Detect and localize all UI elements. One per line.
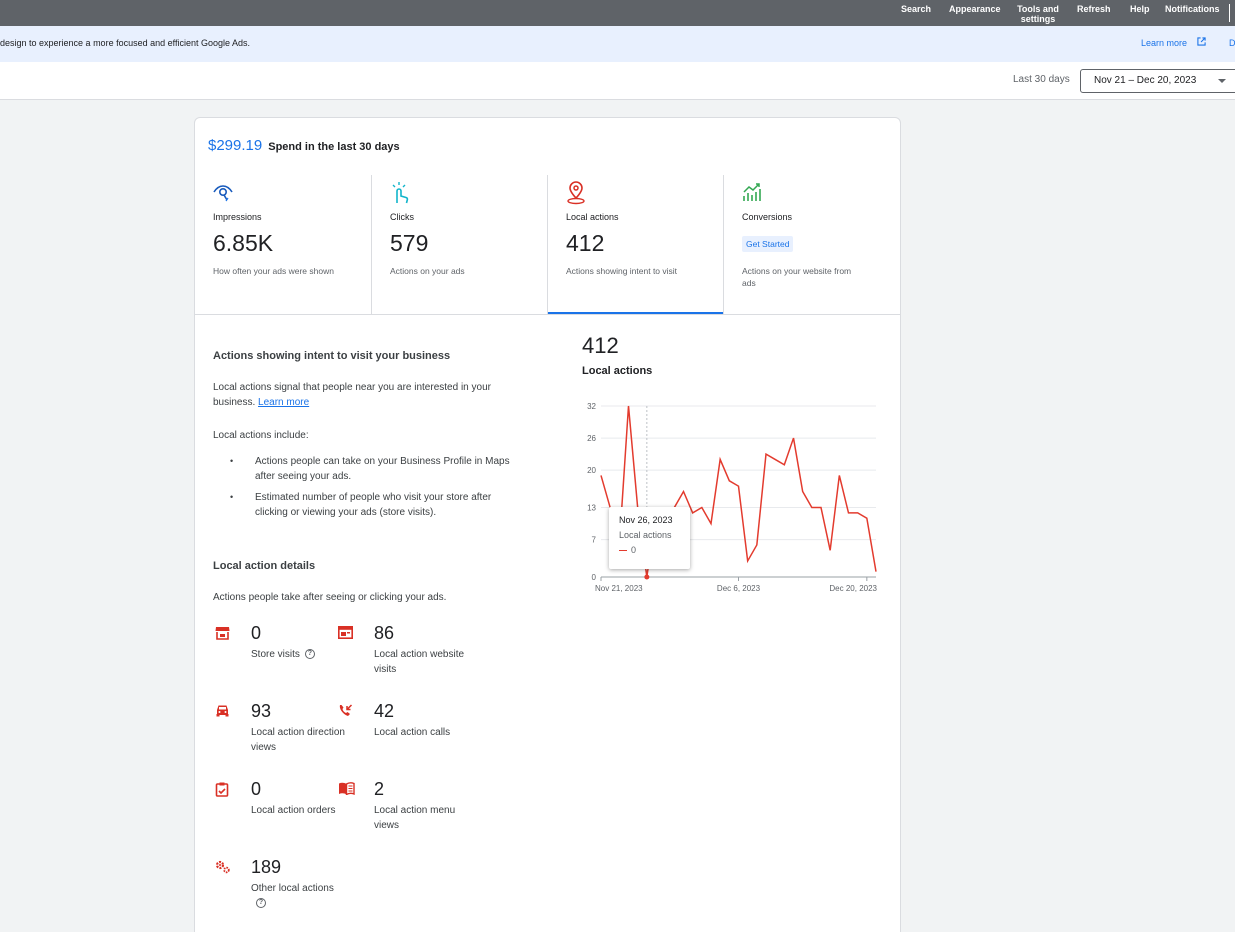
tooltip-series-swatch: [619, 550, 627, 551]
chart-tooltip: Nov 26, 2023 Local actions 0: [609, 507, 690, 569]
top-bar: Search Appearance Tools and settings Ref…: [0, 0, 1235, 26]
detail-label: Other local actions?: [251, 881, 346, 911]
detail-value: 0: [251, 779, 262, 799]
tile-clicks-desc: Actions on your ads: [390, 266, 465, 276]
banner-dismiss-link[interactable]: D: [1229, 38, 1235, 48]
info-heading: Actions showing intent to visit your bus…: [213, 350, 451, 362]
detail-value: 0: [251, 623, 262, 643]
nav-tools-settings[interactable]: Tools and settings: [1017, 4, 1059, 24]
tile-local-actions-name: Local actions: [566, 212, 619, 222]
y-tick-label: 0: [592, 573, 597, 582]
detail-value: 189: [251, 857, 282, 877]
tile-clicks[interactable]: Clicks 579 Actions on your ads: [372, 175, 547, 314]
gears-icon: [215, 860, 231, 874]
date-bar: Last 30 days Nov 21 – Dec 20, 2023: [0, 62, 1235, 100]
car-icon: [215, 704, 231, 718]
info-learn-more-link[interactable]: Learn more: [258, 397, 309, 408]
banner-learn-more-link[interactable]: Learn more: [1141, 38, 1187, 48]
details-heading: Local action details: [213, 560, 316, 572]
bullet-item: Actions people can take on your Business…: [230, 454, 525, 484]
spend-summary: $299.19 Spend in the last 30 days: [208, 137, 400, 154]
detail-value: 93: [251, 701, 272, 721]
details-description: Actions people take after seeing or clic…: [213, 592, 447, 603]
y-tick-label: 26: [587, 434, 596, 443]
tile-local-actions-desc: Actions showing intent to visit: [566, 266, 678, 276]
detail-value: 86: [374, 623, 395, 643]
chart-total: 412: [582, 333, 619, 358]
phone-callback-icon: [338, 704, 354, 718]
top-divider: [1229, 4, 1230, 22]
x-tick-label: Dec 6, 2023: [717, 584, 761, 593]
bullet-item: Estimated number of people who visit you…: [230, 490, 525, 520]
detail-value: 2: [374, 779, 385, 799]
nav-refresh[interactable]: Refresh: [1077, 4, 1111, 14]
tile-impressions-name: Impressions: [213, 212, 262, 222]
date-range-value: Nov 21 – Dec 20, 2023: [1094, 75, 1197, 86]
banner-message: design to experience a more focused and …: [0, 38, 250, 48]
nav-notifications[interactable]: Notifications: [1165, 4, 1220, 14]
local-actions-card: $299.19 Spend in the last 30 days Impres…: [194, 117, 901, 932]
detail-label: Local action website visits: [374, 649, 465, 675]
y-tick-label: 20: [587, 466, 596, 475]
nav-search[interactable]: Search: [901, 4, 931, 14]
tile-local-actions[interactable]: Local actions 412 Actions showing intent…: [548, 175, 723, 314]
external-link-icon: [1197, 37, 1206, 48]
detail-label: Local action calls: [374, 727, 451, 738]
y-tick-label: 32: [587, 402, 596, 411]
hover-point: [644, 574, 650, 580]
map-pin-icon: [565, 181, 587, 205]
tooltip-value: 0: [631, 545, 637, 555]
detail-label-text: Store visits: [251, 649, 300, 660]
metric-tiles: Impressions 6.85K How often your ads wer…: [195, 175, 900, 315]
store-icon: [215, 626, 231, 640]
tooltip-series: Local actions: [619, 530, 672, 540]
includes-label: Local actions include:: [213, 430, 309, 441]
tile-conversions[interactable]: Conversions Get Started Actions on your …: [724, 175, 900, 314]
x-tick-label: Nov 21, 2023: [595, 584, 643, 593]
dropdown-caret-icon: [1218, 79, 1226, 83]
tile-impressions-desc: How often your ads were shown: [213, 266, 334, 276]
trending-up-icon: [741, 181, 763, 205]
tile-conversions-desc: Actions on your website from ads: [742, 266, 852, 288]
detail-label: Local action orders: [251, 805, 336, 816]
tooltip-date: Nov 26, 2023: [619, 515, 673, 525]
tile-impressions[interactable]: Impressions 6.85K How often your ads wer…: [195, 175, 371, 314]
nav-help[interactable]: Help: [1130, 4, 1150, 14]
y-tick-label: 13: [587, 504, 596, 513]
spend-amount: $299.19: [208, 137, 263, 154]
pointer-icon: [389, 181, 411, 205]
detail-label: Store visits?: [251, 647, 346, 662]
tile-clicks-name: Clicks: [390, 212, 414, 222]
info-banner: design to experience a more focused and …: [0, 26, 1235, 62]
menu-book-icon: [338, 782, 355, 796]
x-tick-label: Dec 20, 2023: [829, 584, 877, 593]
tile-local-actions-value: 412: [566, 230, 605, 256]
eye-icon: [212, 181, 234, 205]
tile-impressions-value: 6.85K: [213, 230, 274, 256]
detail-label: Local action menu views: [374, 805, 456, 831]
detail-label-text: Other local actions: [251, 883, 334, 894]
help-icon[interactable]: ?: [256, 898, 266, 909]
spend-text: Spend in the last 30 days: [268, 141, 400, 153]
detail-value: 42: [374, 701, 395, 721]
tile-clicks-value: 579: [390, 230, 429, 256]
info-paragraph-text: Local actions signal that people near yo…: [213, 382, 491, 408]
get-started-button[interactable]: Get Started: [742, 236, 794, 252]
info-paragraph: Local actions signal that people near yo…: [213, 380, 523, 410]
y-tick-label: 7: [592, 536, 597, 545]
clipboard-check-icon: [215, 782, 231, 797]
detail-label: Local action direction views: [251, 727, 345, 753]
local-actions-line-chart[interactable]: 0 7 13 20 26 32 Nov 21, 2023 Dec 6, 2023 Dec 20,…: [565, 393, 885, 603]
date-range-picker[interactable]: Nov 21 – Dec 20, 2023: [1080, 69, 1235, 93]
tile-conversions-name: Conversions: [742, 212, 793, 222]
nav-appearance[interactable]: Appearance: [949, 4, 1001, 14]
help-icon[interactable]: ?: [304, 649, 315, 660]
chart-title: Local actions: [582, 365, 653, 377]
web-icon: [338, 626, 354, 640]
date-range-label: Last 30 days: [1013, 74, 1070, 85]
